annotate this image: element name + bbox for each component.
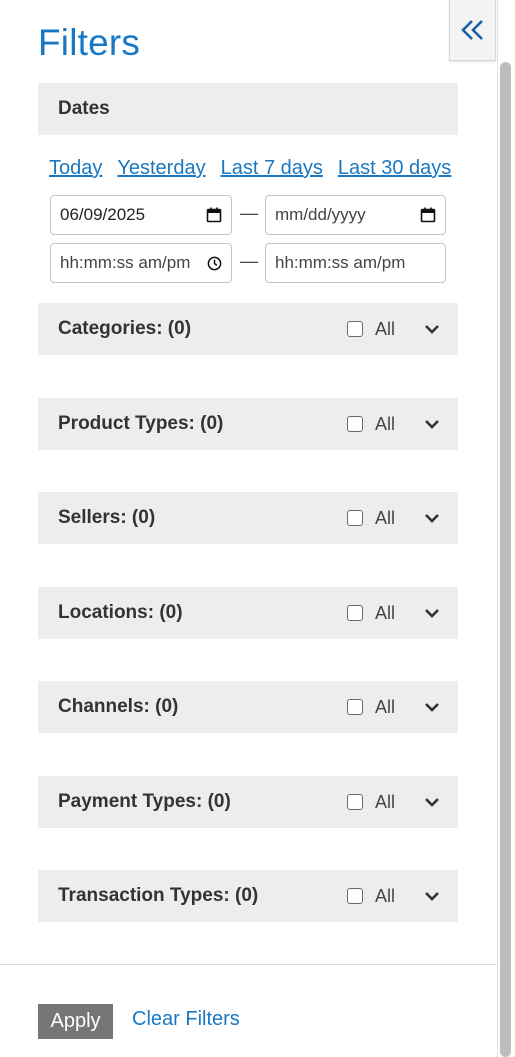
transaction-types-all-label: All [375, 885, 396, 906]
locations-all-checkbox[interactable] [347, 605, 363, 621]
channels-title: Channels: (0) [58, 696, 179, 717]
chevron-down-icon[interactable] [422, 508, 442, 528]
categories-all-checkbox[interactable] [347, 321, 363, 337]
chevron-down-icon[interactable] [422, 319, 442, 339]
product-types-section-header[interactable]: Product Types: (0) All [38, 398, 458, 450]
start-date-value: 06/09/2025 [60, 205, 146, 224]
sellers-section-header[interactable]: Sellers: (0) All [38, 492, 458, 544]
end-date-input[interactable]: mm/dd/yyyy [265, 195, 446, 235]
calendar-icon[interactable] [420, 207, 436, 228]
product-types-all-checkbox[interactable] [347, 416, 363, 432]
locations-title: Locations: (0) [58, 602, 183, 623]
scrollbar-thumb[interactable] [500, 62, 511, 1057]
filters-panel: Filters Dates Today Yesterday Last 7 day… [0, 0, 497, 1057]
end-date-placeholder: mm/dd/yyyy [275, 205, 366, 224]
link-today[interactable]: Today [49, 157, 102, 180]
apply-button[interactable]: Apply [38, 1004, 113, 1039]
date-quick-links: Today Yesterday Last 7 days Last 30 days [49, 157, 451, 180]
double-chevron-left-icon [460, 20, 483, 40]
sellers-title: Sellers: (0) [58, 507, 156, 528]
date-range-separator: — [240, 203, 258, 223]
clock-icon[interactable] [207, 256, 222, 276]
end-time-input[interactable]: hh:mm:ss am/pm [265, 243, 446, 283]
channels-all-checkbox[interactable] [347, 699, 363, 715]
payment-types-section-header[interactable]: Payment Types: (0) All [38, 776, 458, 828]
dates-section-header: Dates [38, 83, 458, 135]
transaction-types-all-checkbox[interactable] [347, 888, 363, 904]
locations-section-header[interactable]: Locations: (0) All [38, 587, 458, 639]
payment-types-all-checkbox[interactable] [347, 794, 363, 810]
categories-section-header[interactable]: Categories: (0) All [38, 303, 458, 355]
sellers-all-checkbox[interactable] [347, 510, 363, 526]
start-time-input[interactable]: hh:mm:ss am/pm [50, 243, 232, 283]
start-time-placeholder: hh:mm:ss am/pm [60, 253, 191, 272]
payment-types-title: Payment Types: (0) [58, 791, 231, 812]
end-time-placeholder: hh:mm:ss am/pm [275, 253, 406, 272]
link-yesterday[interactable]: Yesterday [117, 157, 205, 180]
link-last-30-days[interactable]: Last 30 days [338, 157, 451, 180]
transaction-types-title: Transaction Types: (0) [58, 885, 259, 906]
sellers-all-label: All [375, 507, 396, 528]
chevron-down-icon[interactable] [422, 697, 442, 717]
product-types-all-label: All [375, 413, 396, 434]
dates-header: Dates [58, 98, 110, 119]
clear-filters-button[interactable]: Clear Filters [132, 1008, 240, 1031]
start-date-input[interactable]: 06/09/2025 [50, 195, 232, 235]
chevron-down-icon[interactable] [422, 414, 442, 434]
chevron-down-icon[interactable] [422, 886, 442, 906]
channels-section-header[interactable]: Channels: (0) All [38, 681, 458, 733]
transaction-types-section-header[interactable]: Transaction Types: (0) All [38, 870, 458, 922]
calendar-icon[interactable] [206, 207, 222, 228]
link-last-7-days[interactable]: Last 7 days [221, 157, 323, 180]
chevron-down-icon[interactable] [422, 603, 442, 623]
collapse-panel-button[interactable] [449, 0, 496, 61]
time-range-separator: — [240, 251, 258, 271]
page-title: Filters [38, 22, 141, 63]
product-types-title: Product Types: (0) [58, 413, 224, 434]
footer-divider [0, 964, 497, 965]
categories-title: Categories: (0) [58, 318, 192, 339]
categories-all-label: All [375, 318, 396, 339]
channels-all-label: All [375, 696, 396, 717]
payment-types-all-label: All [375, 791, 396, 812]
locations-all-label: All [375, 602, 396, 623]
chevron-down-icon[interactable] [422, 792, 442, 812]
